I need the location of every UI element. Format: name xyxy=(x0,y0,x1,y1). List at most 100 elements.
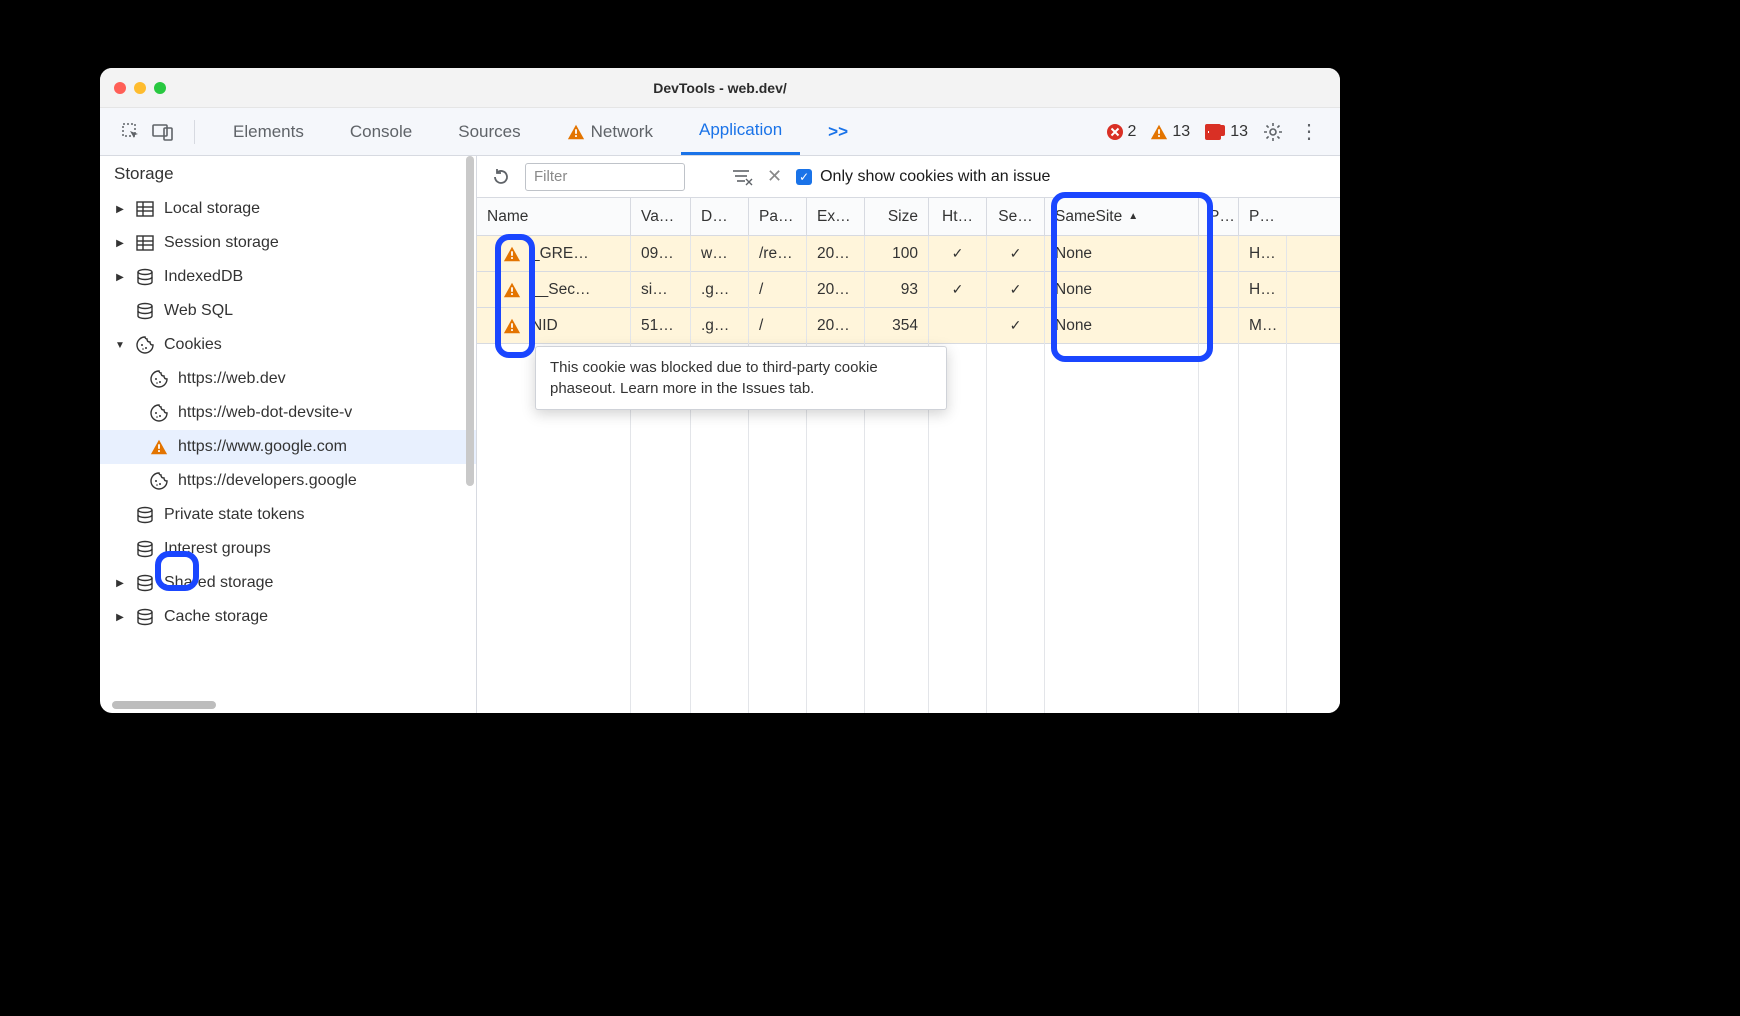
col-samesite[interactable]: SameSite xyxy=(1045,198,1199,235)
divider xyxy=(194,120,195,144)
tab-label: Application xyxy=(699,120,782,140)
vertical-scrollbar[interactable] xyxy=(466,156,474,486)
maximize-window-button[interactable] xyxy=(154,82,166,94)
error-badge[interactable]: 2 xyxy=(1106,123,1137,141)
sidebar-item-label: Web SQL xyxy=(164,302,233,320)
titlebar: DevTools - web.dev/ xyxy=(100,68,1340,108)
tooltip-text: This cookie was blocked due to third-par… xyxy=(550,359,878,397)
cell-samesite: None xyxy=(1045,308,1199,343)
sidebar-item[interactable]: ▶IndexedDB xyxy=(100,260,476,294)
cell-secure: ✓ xyxy=(987,308,1045,343)
close-window-button[interactable] xyxy=(114,82,126,94)
cell-value: si… xyxy=(631,272,691,307)
col-priority[interactable]: P… xyxy=(1239,198,1287,235)
col-name[interactable]: Name xyxy=(477,198,631,235)
db-grid-icon xyxy=(134,233,156,253)
cell-path: / xyxy=(749,272,807,307)
table-body: _GRE…09…w…/re…20…100✓✓NoneH…__Sec…si….g…… xyxy=(477,236,1340,344)
tab-console[interactable]: Console xyxy=(332,108,430,155)
cell-secure: ✓ xyxy=(987,272,1045,307)
table-row[interactable]: __Sec…si….g…/20…93✓✓NoneH… xyxy=(477,272,1340,308)
clear-all-icon[interactable] xyxy=(731,167,753,187)
cell-value: 51… xyxy=(631,308,691,343)
sidebar: Storage ▶ Local storage ▶Session storage▶I… xyxy=(100,156,477,713)
cell-httponly xyxy=(929,308,987,343)
sidebar-item[interactable]: ▶Shared storage xyxy=(100,566,476,600)
col-secure[interactable]: Se… xyxy=(987,198,1045,235)
sidebar-item[interactable]: ▶Session storage xyxy=(100,226,476,260)
col-partition[interactable]: P… xyxy=(1199,198,1239,235)
cell-priority: H… xyxy=(1239,272,1287,307)
warning-icon xyxy=(503,245,521,263)
close-icon[interactable]: ✕ xyxy=(767,166,782,187)
warning-count: 13 xyxy=(1172,123,1190,141)
tab-label: Console xyxy=(350,122,412,142)
table-row[interactable]: _GRE…09…w…/re…20…100✓✓NoneH… xyxy=(477,236,1340,272)
tab-application[interactable]: Application xyxy=(681,108,800,155)
cell-expires: 20… xyxy=(807,236,865,271)
col-path[interactable]: Pa… xyxy=(749,198,807,235)
main-panel: Filter ✕ ✓ Only show cookies with an iss… xyxy=(477,156,1340,713)
db-barrel-icon xyxy=(134,539,156,559)
tab-sources[interactable]: Sources xyxy=(440,108,538,155)
sidebar-item[interactable]: Interest groups xyxy=(100,532,476,566)
chevron-icon: ▶ xyxy=(114,204,126,215)
sidebar-item[interactable]: Web SQL xyxy=(100,294,476,328)
warning-icon xyxy=(503,281,521,299)
db-barrel-icon xyxy=(134,505,156,525)
more-menu-icon[interactable]: ⋮ xyxy=(1298,121,1320,143)
sidebar-item-label: https://developers.google xyxy=(178,472,357,490)
traffic-lights xyxy=(114,82,166,94)
cell-name: __Sec… xyxy=(477,272,631,307)
refresh-icon[interactable] xyxy=(491,167,511,187)
sidebar-item-label: https://web.dev xyxy=(178,370,286,388)
horizontal-scrollbar[interactable] xyxy=(112,701,216,709)
sidebar-item-label: Local storage xyxy=(164,200,260,218)
sidebar-item[interactable]: ▶ Local storage xyxy=(100,192,476,226)
warning-icon xyxy=(148,438,170,456)
cell-priority: M… xyxy=(1239,308,1287,343)
db-barrel-icon xyxy=(134,301,156,321)
col-httponly[interactable]: Ht… xyxy=(929,198,987,235)
sidebar-item-label: Cache storage xyxy=(164,608,268,626)
tab-elements[interactable]: Elements xyxy=(215,108,322,155)
cell-expires: 20… xyxy=(807,308,865,343)
sidebar-item-label: https://www.google.com xyxy=(178,438,347,456)
tab-label: Sources xyxy=(458,122,520,142)
col-value[interactable]: Va… xyxy=(631,198,691,235)
table-row[interactable]: NID51….g…/20…354✓NoneM… xyxy=(477,308,1340,344)
chevron-icon: ▼ xyxy=(114,340,126,351)
sidebar-item[interactable]: ▼Cookies xyxy=(100,328,476,362)
sidebar-item[interactable]: Private state tokens xyxy=(100,498,476,532)
sidebar-item-label: Session storage xyxy=(164,234,279,252)
sidebar-item-label: https://web-dot-devsite-v xyxy=(178,404,352,422)
minimize-window-button[interactable] xyxy=(134,82,146,94)
sidebar-item[interactable]: ▶Cache storage xyxy=(100,600,476,634)
col-domain[interactable]: D… xyxy=(691,198,749,235)
settings-icon[interactable] xyxy=(1262,121,1284,143)
sidebar-heading: Storage xyxy=(100,156,476,192)
sidebar-item[interactable]: https://www.google.com xyxy=(100,430,476,464)
db-barrel-icon xyxy=(134,267,156,287)
col-expires[interactable]: Ex… xyxy=(807,198,865,235)
tooltip: This cookie was blocked due to third-par… xyxy=(535,346,947,410)
sidebar-item[interactable]: https://web-dot-devsite-v xyxy=(100,396,476,430)
device-toggle-icon[interactable] xyxy=(152,121,174,143)
filter-input[interactable]: Filter xyxy=(525,163,685,191)
issue-filter-checkbox[interactable]: ✓ Only show cookies with an issue xyxy=(796,168,1050,186)
tabs-bar: Elements Console Sources Network Applica… xyxy=(100,108,1340,156)
inspect-element-icon[interactable] xyxy=(120,121,142,143)
col-size[interactable]: Size xyxy=(865,198,929,235)
cell-name: _GRE… xyxy=(477,236,631,271)
cell-domain: .g… xyxy=(691,272,749,307)
cell-value: 09… xyxy=(631,236,691,271)
cell-path: / xyxy=(749,308,807,343)
warning-badge[interactable]: 13 xyxy=(1150,123,1190,141)
cell-expires: 20… xyxy=(807,272,865,307)
sidebar-item[interactable]: https://web.dev xyxy=(100,362,476,396)
sidebar-item[interactable]: https://developers.google xyxy=(100,464,476,498)
tab-network[interactable]: Network xyxy=(549,108,671,155)
filter-bar: Filter ✕ ✓ Only show cookies with an iss… xyxy=(477,156,1340,198)
tabs-overflow-button[interactable]: >> xyxy=(810,108,866,155)
issues-badge[interactable]: × 13 xyxy=(1204,123,1248,141)
